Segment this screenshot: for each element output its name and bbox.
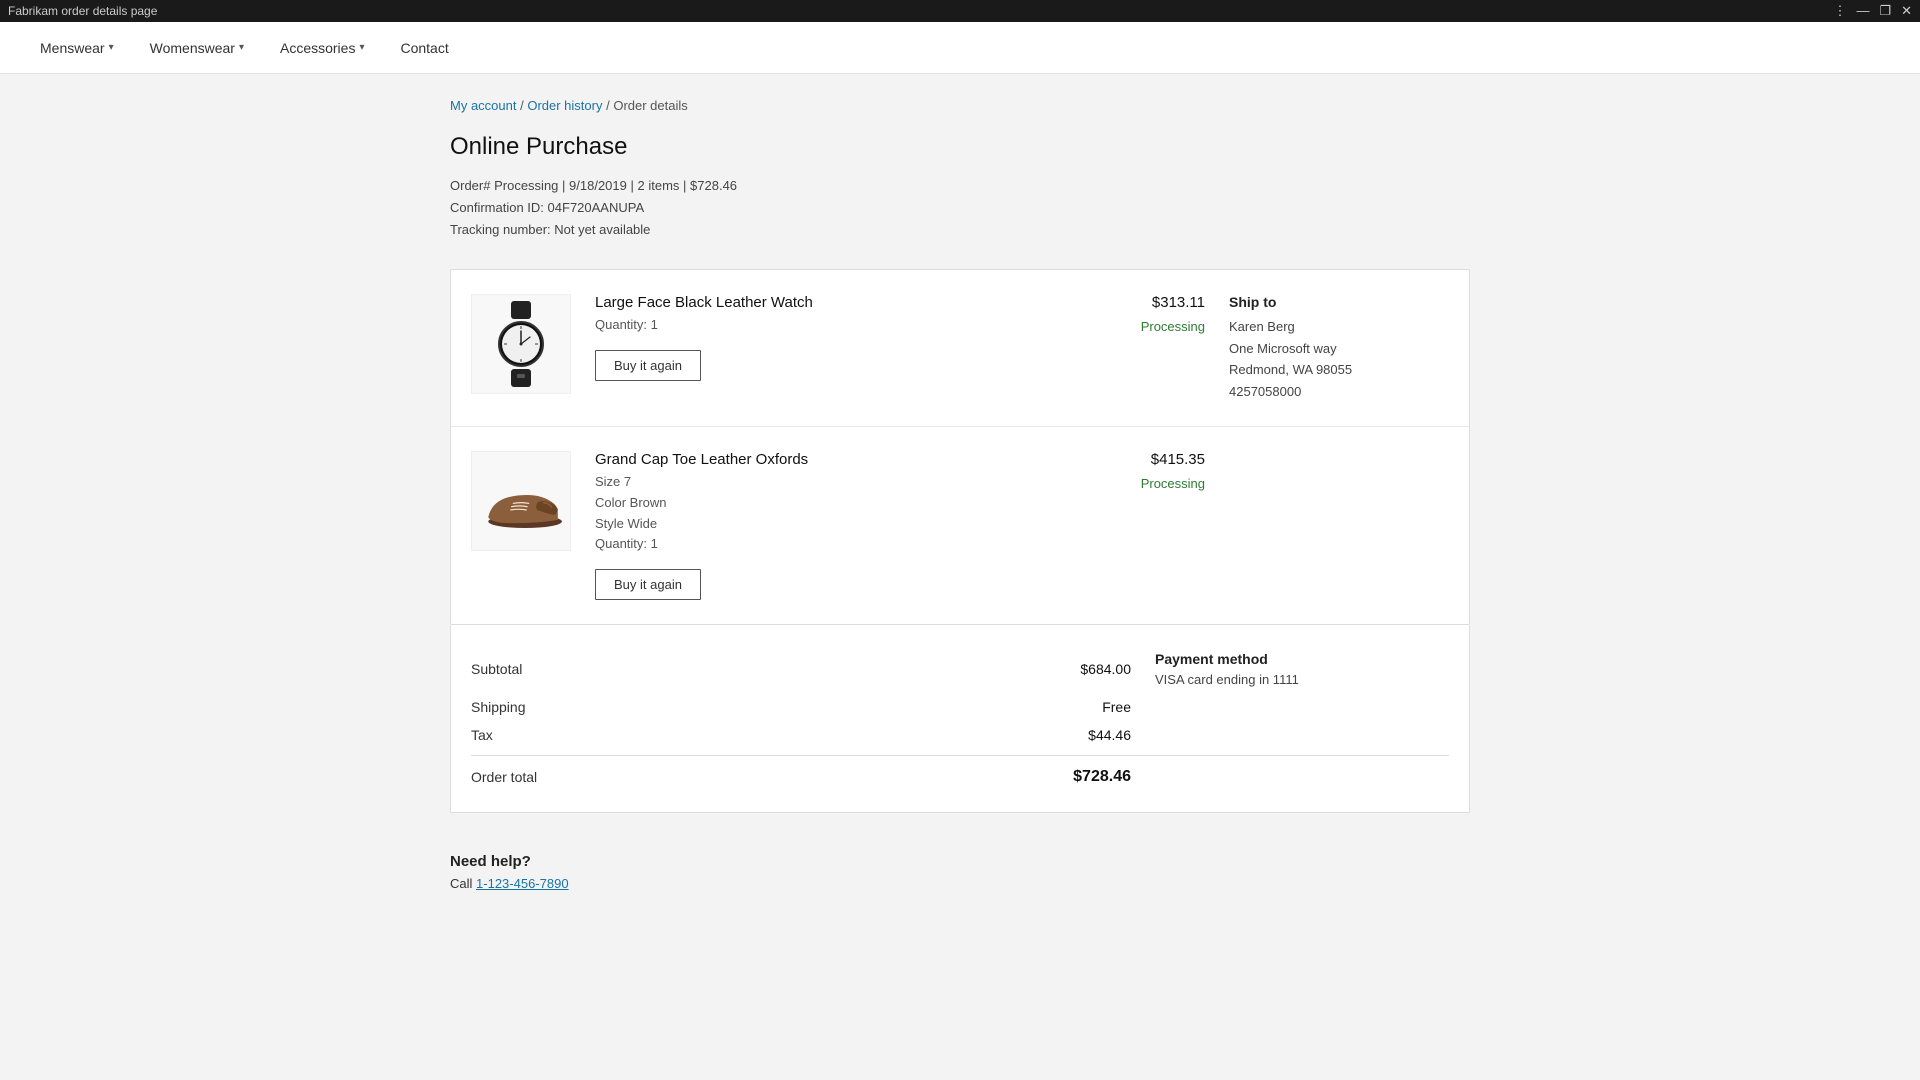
- help-call-text: Call: [450, 876, 472, 891]
- item-attr-color: Color Brown: [595, 493, 1041, 514]
- order-number-label: Order#: [450, 178, 490, 193]
- help-text: Call 1-123-456-7890: [450, 876, 1470, 891]
- item-status-1: Processing: [1065, 319, 1205, 334]
- item-status-2: Processing: [1065, 476, 1205, 491]
- chevron-down-icon: ▾: [239, 42, 244, 53]
- item-attr-quantity-2: Quantity: 1: [595, 534, 1041, 555]
- item-name-2: Grand Cap Toe Leather Oxfords: [595, 451, 1041, 468]
- item-name-1: Large Face Black Leather Watch: [595, 294, 1041, 311]
- order-total-label: Order total: [471, 769, 991, 785]
- payment-label: Payment method: [1155, 651, 1375, 667]
- close-button[interactable]: ✕: [1901, 3, 1912, 19]
- breadcrumb-order-history[interactable]: Order history: [527, 98, 602, 113]
- order-items-count: 2 items: [638, 178, 680, 193]
- shipping-row: Shipping Free: [471, 693, 1449, 721]
- help-phone[interactable]: 1-123-456-7890: [476, 876, 569, 891]
- tax-value: $44.46: [991, 727, 1131, 743]
- item-attr-style: Style Wide: [595, 514, 1041, 535]
- payment-method-section: Payment method VISA card ending in 1111: [1155, 651, 1375, 687]
- menu-icon[interactable]: ⋮: [1833, 3, 1846, 19]
- subtotal-label: Subtotal: [471, 661, 991, 677]
- confirmation-label: Confirmation ID:: [450, 200, 544, 215]
- buy-again-button-1[interactable]: Buy it again: [595, 350, 701, 381]
- ship-to-address2: Redmond, WA 98055: [1229, 359, 1449, 380]
- breadcrumb: My account / Order history / Order detai…: [450, 98, 1470, 113]
- order-total-row: Order total $728.46: [471, 762, 1449, 792]
- breadcrumb-current: Order details: [613, 98, 687, 113]
- ship-to-name: Karen Berg: [1229, 316, 1449, 337]
- titlebar: Fabrikam order details page ⋮ — ❐ ✕: [0, 0, 1920, 22]
- tax-label: Tax: [471, 727, 991, 743]
- order-total-value: $728.46: [991, 768, 1131, 786]
- confirmation-line: Confirmation ID: 04F720AANUPA: [450, 197, 1470, 219]
- item-details-2: Grand Cap Toe Leather Oxfords Size 7 Col…: [595, 451, 1041, 600]
- chevron-down-icon: ▾: [109, 42, 114, 53]
- chevron-down-icon: ▾: [359, 42, 364, 53]
- totals-divider: [471, 755, 1449, 756]
- order-total: $728.46: [690, 178, 737, 193]
- watch-svg: [486, 299, 556, 389]
- item-details-1: Large Face Black Leather Watch Quantity:…: [595, 294, 1041, 381]
- ship-to-address1: One Microsoft way: [1229, 338, 1449, 359]
- order-summary-line: Order# Processing | 9/18/2019 | 2 items …: [450, 175, 1470, 197]
- order-item-1: Large Face Black Leather Watch Quantity:…: [451, 270, 1469, 427]
- item-price-col-1: $313.11 Processing: [1065, 294, 1205, 334]
- ship-to-phone: 4257058000: [1229, 381, 1449, 402]
- buy-again-button-2[interactable]: Buy it again: [595, 569, 701, 600]
- order-meta: Order# Processing | 9/18/2019 | 2 items …: [450, 175, 1470, 241]
- item-image-shoe: [471, 451, 571, 551]
- page-title: Online Purchase: [450, 133, 1470, 161]
- nav: Menswear ▾ Womenswear ▾ Accessories ▾ Co…: [0, 22, 1920, 74]
- order-date: 9/18/2019: [569, 178, 627, 193]
- breadcrumb-my-account[interactable]: My account: [450, 98, 516, 113]
- item-image-watch: [471, 294, 571, 394]
- shipping-value: Free: [991, 699, 1131, 715]
- item-attr-size: Size 7: [595, 472, 1041, 493]
- nav-womenswear[interactable]: Womenswear ▾: [150, 24, 244, 72]
- titlebar-title: Fabrikam order details page: [8, 4, 157, 18]
- page-content: My account / Order history / Order detai…: [430, 74, 1490, 951]
- tax-row: Tax $44.46: [471, 721, 1449, 749]
- restore-button[interactable]: ❐: [1879, 3, 1891, 19]
- titlebar-controls: ⋮ — ❐ ✕: [1833, 3, 1912, 19]
- subtotal-row: Subtotal $684.00 Payment method VISA car…: [471, 645, 1449, 693]
- ship-to-section: Ship to Karen Berg One Microsoft way Red…: [1229, 294, 1449, 402]
- order-status: Processing: [494, 178, 558, 193]
- shoe-svg: [476, 471, 566, 531]
- nav-accessories[interactable]: Accessories ▾: [280, 24, 365, 72]
- item-price-2: $415.35: [1065, 451, 1205, 468]
- totals-section: Subtotal $684.00 Payment method VISA car…: [450, 625, 1470, 813]
- item-price-1: $313.11: [1065, 294, 1205, 311]
- confirmation-id: 04F720AANUPA: [548, 200, 645, 215]
- item-attr-quantity-1: Quantity: 1: [595, 315, 1041, 336]
- nav-menswear[interactable]: Menswear ▾: [40, 24, 114, 72]
- help-section: Need help? Call 1-123-456-7890: [450, 853, 1470, 891]
- ship-to-label: Ship to: [1229, 294, 1449, 310]
- help-title: Need help?: [450, 853, 1470, 870]
- nav-contact[interactable]: Contact: [400, 24, 448, 72]
- shipping-label: Shipping: [471, 699, 991, 715]
- tracking-value: Not yet available: [554, 222, 650, 237]
- subtotal-value: $684.00: [991, 661, 1131, 677]
- ship-to-text: Karen Berg One Microsoft way Redmond, WA…: [1229, 316, 1449, 402]
- tracking-label: Tracking number:: [450, 222, 551, 237]
- payment-value: VISA card ending in 1111: [1155, 672, 1375, 687]
- order-item-2: Grand Cap Toe Leather Oxfords Size 7 Col…: [451, 427, 1469, 624]
- tracking-line: Tracking number: Not yet available: [450, 219, 1470, 241]
- items-section: Large Face Black Leather Watch Quantity:…: [450, 269, 1470, 625]
- item-price-col-2: $415.35 Processing: [1065, 451, 1205, 491]
- minimize-button[interactable]: —: [1856, 3, 1869, 19]
